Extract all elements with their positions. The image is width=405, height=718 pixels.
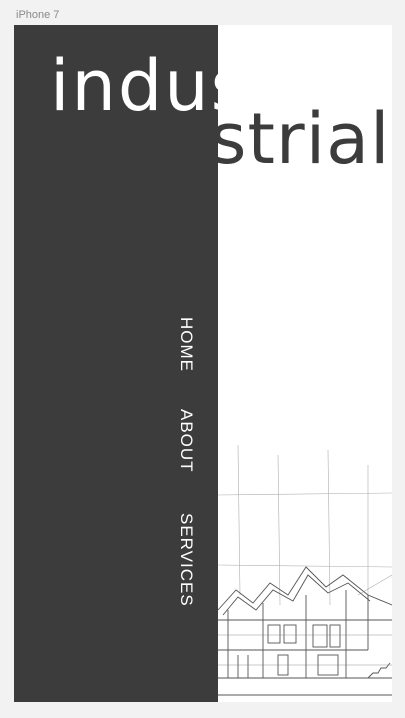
nav-item-services[interactable]: SERVICES <box>176 513 196 607</box>
hero-title-part2: strial <box>210 98 391 180</box>
house-sketch-icon <box>218 445 392 696</box>
device-label: iPhone 7 <box>16 9 60 21</box>
main-nav: HOME ABOUT SERVICES <box>14 25 218 702</box>
phone-artboard: strial indu HOME ABOUT SERVICES <box>14 25 392 702</box>
nav-item-home[interactable]: HOME <box>176 317 196 372</box>
nav-item-about[interactable]: ABOUT <box>176 409 196 473</box>
